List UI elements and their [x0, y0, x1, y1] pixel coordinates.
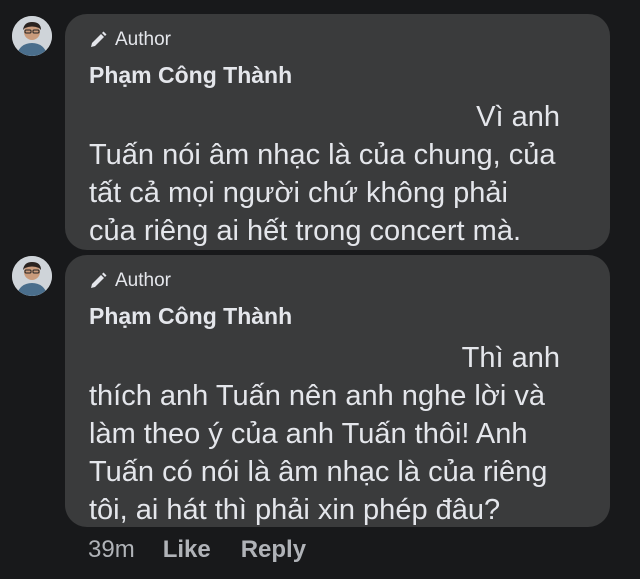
- timestamp[interactable]: 39m: [88, 536, 135, 564]
- avatar-icon: [12, 256, 52, 296]
- comment-text-line: Tuấn nói âm nhạc là của chung, của: [89, 139, 556, 171]
- comment-text-line: thích anh Tuấn nên anh nghe lời và: [89, 380, 545, 412]
- badge-label: Author: [115, 29, 171, 50]
- author-name[interactable]: Phạm Công Thành: [89, 301, 588, 331]
- author-badge: Author: [89, 28, 588, 52]
- comment-thread: Author Phạm Công Thành Vì anh Tuấn nói â…: [0, 0, 640, 579]
- avatar-icon: [12, 16, 52, 56]
- author-name[interactable]: Phạm Công Thành: [89, 60, 588, 90]
- comment-bubble: Author Phạm Công Thành Thì anh thích anh…: [65, 255, 610, 527]
- reply-button[interactable]: Reply: [241, 536, 306, 564]
- badge-label: Author: [115, 270, 171, 291]
- like-button[interactable]: Like: [163, 536, 211, 564]
- avatar[interactable]: [12, 256, 52, 296]
- comment-text-line: làm theo ý của anh Tuấn thôi! Anh: [89, 418, 528, 450]
- avatar[interactable]: [12, 16, 52, 56]
- comment-text: Vì anh Tuấn nói âm nhạc là của chung, củ…: [89, 98, 588, 250]
- comment-text-line: Vì anh: [476, 101, 560, 133]
- comment-text-line: tôi, ai hát thì phải xin phép đâu?: [89, 494, 501, 526]
- pencil-icon: [91, 272, 107, 288]
- comment-text-line: tất cả mọi người chứ không phải: [89, 177, 508, 209]
- comment-actions: 39m Like Reply: [88, 536, 336, 564]
- comment-text: Thì anh thích anh Tuấn nên anh nghe lời …: [89, 339, 588, 529]
- author-badge: Author: [89, 269, 588, 293]
- comment-bubble: Author Phạm Công Thành Vì anh Tuấn nói â…: [65, 14, 610, 250]
- comment-text-line: Thì anh: [461, 342, 560, 374]
- comment-text-line: Tuấn có nói là âm nhạc là của riêng: [89, 456, 548, 488]
- pencil-icon: [91, 31, 107, 47]
- comment-text-line: của riêng ai hết trong concert mà.: [89, 215, 522, 247]
